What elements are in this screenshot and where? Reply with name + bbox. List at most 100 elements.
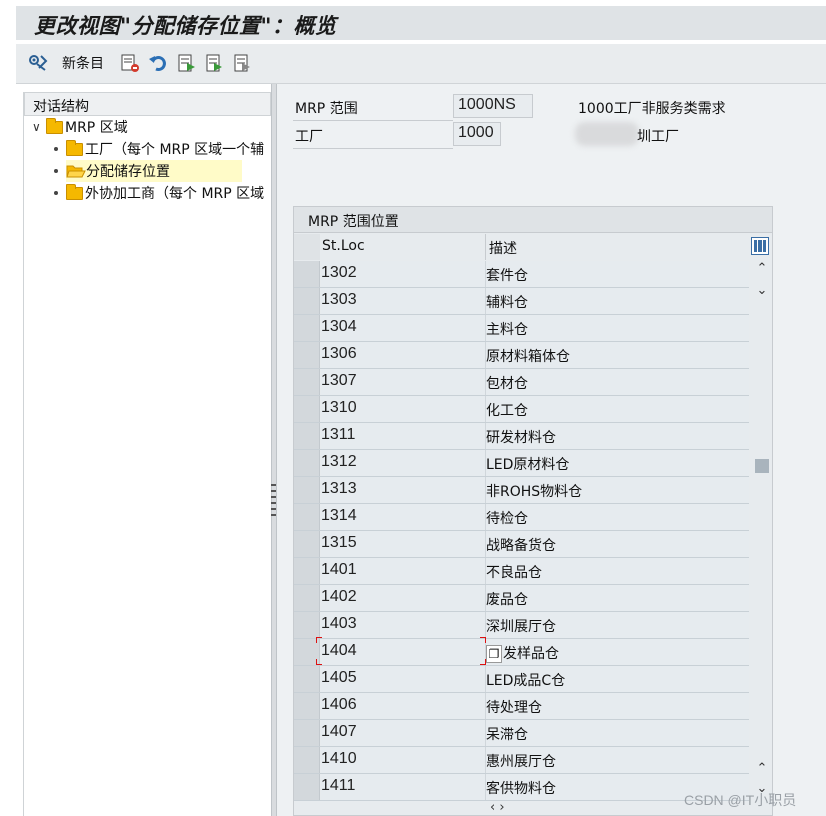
tree-node-subcontractor[interactable]: 外协加工商（每个 MRP 区域 [54,182,264,204]
cell-storage-location[interactable]: 1303 [321,288,486,314]
mrp-area-field[interactable]: 1000NS [453,94,533,118]
cell-storage-location[interactable]: 1314 [321,504,486,530]
mrp-area-locations-table: MRP 范围位置 St.Loc 描述 1302 套件仓 1303 辅料仓 1304 主料仓… [293,206,773,816]
splitter-grip[interactable] [271,490,276,492]
table-row[interactable]: 1307 包材仓 [294,369,749,396]
cell-storage-location[interactable]: 1307 [321,369,486,395]
table-row[interactable]: 1405 LED成品C仓 [294,666,749,693]
table-row[interactable]: 1315 战略备货仓 [294,531,749,558]
row-selector[interactable] [294,288,320,314]
row-selector[interactable] [294,612,320,638]
title-bar: 更改视图"分配储存位置"：概览 [16,6,826,42]
splitter-grip[interactable] [271,508,276,510]
scroll-up-icon[interactable]: ⌃ [752,261,772,276]
splitter-grip[interactable] [271,484,276,486]
cell-description: 主料仓 [486,315,749,341]
cell-storage-location[interactable]: 1304 [321,315,486,341]
deselect-all-icon[interactable] [232,51,254,75]
cell-storage-location[interactable]: 1306 [321,342,486,368]
table-row[interactable]: 1314 待检仓 [294,504,749,531]
display-change-icon[interactable] [26,51,50,75]
table-row[interactable]: 1402 废品仓 [294,585,749,612]
cell-description: 套件仓 [486,261,749,287]
copy-icon[interactable]: ❐ [486,645,502,663]
splitter-grip[interactable] [271,502,276,504]
new-entries-button[interactable]: 新条目 [62,53,104,73]
tree-node-assign-storage-location[interactable]: 分配储存位置 [54,160,242,182]
row-selector[interactable] [294,450,320,476]
table-row[interactable]: 1404 ❐ 发样品仓 [294,639,749,666]
cell-storage-location[interactable]: 1311 [321,423,486,449]
delete-entry-icon[interactable] [119,51,141,75]
select-block-icon[interactable] [204,51,226,75]
table-title: MRP 范围位置 [294,207,772,233]
cell-storage-location[interactable]: 1407 [321,720,486,746]
column-header-sloc[interactable]: St.Loc [322,234,485,260]
cell-storage-location[interactable]: 1405 [321,666,486,692]
cell-storage-location[interactable]: 1401 [321,558,486,584]
cell-storage-location[interactable]: 1404 [321,639,486,665]
table-row[interactable]: 1304 主料仓 [294,315,749,342]
chevron-down-icon[interactable]: ∨ [32,120,46,134]
select-all-column[interactable] [294,234,320,260]
cell-storage-location[interactable]: 1406 [321,693,486,719]
scroll-thumb[interactable] [755,459,769,473]
bullet-icon [54,191,58,195]
table-row[interactable]: 1403 深圳展厅仓 [294,612,749,639]
cell-storage-location[interactable]: 1411 [321,774,486,800]
table-row[interactable]: 1411 客供物料仓 [294,774,749,801]
table-row[interactable]: 1407 呆滞仓 [294,720,749,747]
splitter-grip[interactable] [271,496,276,498]
page-down-icon[interactable]: ⌄ [752,283,772,298]
tree-node-plant[interactable]: 工厂（每个 MRP 区域一个辅 [54,138,264,160]
table-row[interactable]: 1401 不良品仓 [294,558,749,585]
description-text: 套件仓 [486,268,528,284]
cell-storage-location[interactable]: 1313 [321,477,486,503]
horizontal-scroll-arrows[interactable]: ‹ › [490,800,505,815]
page-up-icon[interactable]: ⌃ [752,761,772,776]
cell-storage-location[interactable]: 1315 [321,531,486,557]
table-row[interactable]: 1306 原材料箱体仓 [294,342,749,369]
row-selector[interactable] [294,396,320,422]
table-row[interactable]: 1302 套件仓 [294,261,749,288]
row-selector[interactable] [294,261,320,287]
cell-description: 非ROHS物料仓 [486,477,749,503]
row-selector[interactable] [294,558,320,584]
splitter-grip[interactable] [271,514,276,516]
row-selector[interactable] [294,585,320,611]
table-row[interactable]: 1406 待处理仓 [294,693,749,720]
row-selector[interactable] [294,342,320,368]
column-header-description[interactable]: 描述 [489,234,749,260]
vertical-scrollbar[interactable]: ⌃ ⌄ ⌃ ⌄ [752,261,772,801]
plant-description: 圳工厂 [637,129,679,145]
undo-icon[interactable] [147,51,169,75]
row-selector[interactable] [294,747,320,773]
select-all-icon[interactable] [176,51,198,75]
row-selector[interactable] [294,774,320,800]
table-row[interactable]: 1310 化工仓 [294,396,749,423]
table-row[interactable]: 1312 LED原材料仓 [294,450,749,477]
row-selector[interactable] [294,666,320,692]
row-selector[interactable] [294,369,320,395]
row-selector[interactable] [294,531,320,557]
cell-storage-location[interactable]: 1302 [321,261,486,287]
table-row[interactable]: 1410 惠州展厅仓 [294,747,749,774]
table-settings-icon[interactable] [751,237,769,255]
row-selector[interactable] [294,693,320,719]
row-selector[interactable] [294,423,320,449]
row-selector[interactable] [294,720,320,746]
plant-field[interactable]: 1000 [453,122,501,146]
row-selector[interactable] [294,315,320,341]
cell-storage-location[interactable]: 1410 [321,747,486,773]
table-row[interactable]: 1303 辅料仓 [294,288,749,315]
row-selector[interactable] [294,504,320,530]
description-text: 化工仓 [486,403,528,419]
cell-storage-location[interactable]: 1403 [321,612,486,638]
cell-storage-location[interactable]: 1312 [321,450,486,476]
cell-storage-location[interactable]: 1402 [321,585,486,611]
table-row[interactable]: 1311 研发材料仓 [294,423,749,450]
row-selector[interactable] [294,477,320,503]
tree-node-mrp-area[interactable]: ∨ MRP 区域 [32,116,128,138]
cell-storage-location[interactable]: 1310 [321,396,486,422]
table-row[interactable]: 1313 非ROHS物料仓 [294,477,749,504]
